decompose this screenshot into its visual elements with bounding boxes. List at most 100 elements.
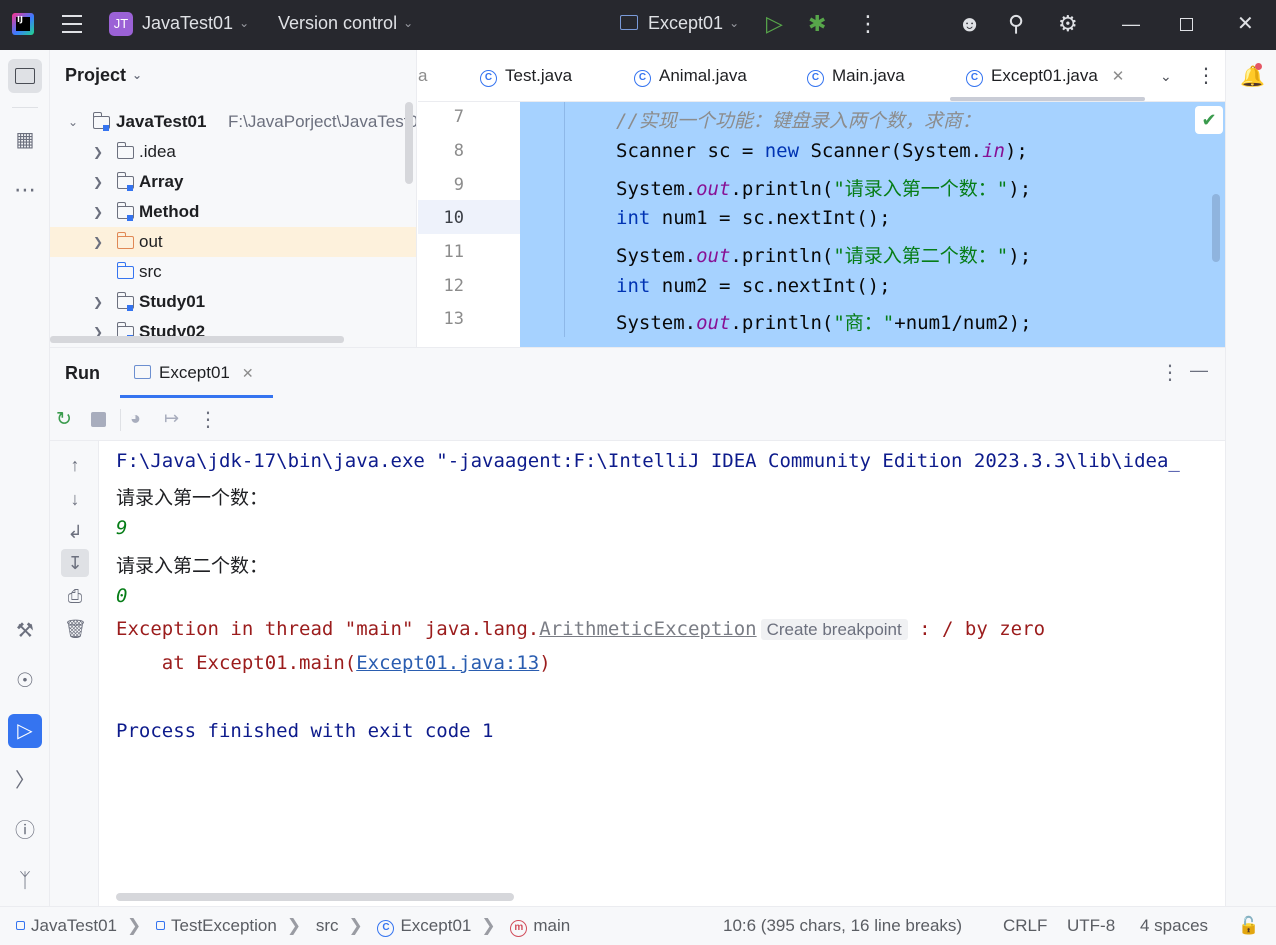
tab-animal-java[interactable]: C Animal.java xyxy=(634,50,747,101)
breadcrumb-item[interactable]: C Except01 xyxy=(377,916,471,937)
horizontal-scrollbar[interactable] xyxy=(50,336,344,343)
vcs-menu[interactable]: Version control ⌄ xyxy=(278,13,413,34)
debug-icon[interactable]: ✱ xyxy=(808,12,826,36)
more-tools-icon[interactable]: ⋯ xyxy=(8,173,42,207)
expand-arrow-icon[interactable]: ⌄ xyxy=(68,107,78,137)
status-bar: JavaTest01 ❯ TestException ❯ src ❯ C Except0… xyxy=(0,906,1276,945)
class-icon: C xyxy=(634,70,651,87)
run-tool-icon[interactable]: ▷ xyxy=(8,714,42,748)
close-tab-icon[interactable]: ✕ xyxy=(242,365,254,381)
collapse-arrow-icon[interactable]: ❯ xyxy=(93,167,103,197)
main-menu-icon[interactable] xyxy=(62,15,82,33)
tree-item-study01[interactable]: ❯ Study01 xyxy=(50,287,416,317)
tree-item-method[interactable]: ❯ Method xyxy=(50,197,416,227)
tree-item-src[interactable]: src xyxy=(50,257,416,287)
close-icon[interactable]: ✕ xyxy=(1237,12,1254,36)
method-icon: m xyxy=(510,920,528,937)
run-config-selector[interactable]: Except01 ⌄ xyxy=(620,13,739,34)
collapse-arrow-icon[interactable]: ❯ xyxy=(93,137,103,167)
collapse-arrow-icon[interactable]: ❯ xyxy=(93,197,103,227)
clear-trash-icon[interactable]: 🗑 xyxy=(64,618,87,640)
exception-class-link[interactable]: ArithmeticException xyxy=(539,618,756,640)
close-tab-icon[interactable]: ✕ xyxy=(1112,68,1125,85)
services-icon[interactable]: ☉ xyxy=(8,664,42,698)
run-tab-except01[interactable]: Except01 ✕ xyxy=(134,363,254,383)
file-encoding[interactable]: UTF-8 xyxy=(1067,916,1115,936)
tree-item-label: src xyxy=(139,262,162,281)
caret-position[interactable]: 10:6 (395 chars, 16 line breaks) xyxy=(723,916,962,936)
breadcrumb-item[interactable]: src xyxy=(316,916,339,935)
lock-icon[interactable]: 🔓 xyxy=(1238,916,1259,936)
scroll-down-arrow-icon[interactable]: ↓ xyxy=(64,488,86,510)
print-icon[interactable]: ⎙ xyxy=(64,585,86,607)
collapse-arrow-icon[interactable]: ❯ xyxy=(93,287,103,317)
problems-icon[interactable]: ⓘ xyxy=(8,814,42,848)
run-options-icon[interactable]: ⋮ xyxy=(1160,360,1180,385)
soft-wrap-icon[interactable]: ↲ xyxy=(64,521,86,543)
tab-label: Main.java xyxy=(832,66,905,85)
tab-except01-java[interactable]: C Except01.java ✕ xyxy=(966,50,1125,101)
structure-icon[interactable]: ▦ xyxy=(8,123,42,157)
code-line-7: //实现一个功能：键盘录入两个数，求商： xyxy=(616,110,981,132)
build-hammer-icon[interactable]: ⚒ xyxy=(8,614,42,648)
git-branch-icon[interactable]: ᛉ xyxy=(8,864,42,898)
intellij-logo-icon xyxy=(12,13,34,35)
hide-panel-icon[interactable]: — xyxy=(1190,360,1208,381)
terminal-icon[interactable]: 〉 xyxy=(8,764,42,798)
notification-dot xyxy=(1255,63,1262,70)
stack-trace-link[interactable]: Except01.java:13 xyxy=(356,652,539,674)
stop-icon[interactable] xyxy=(91,412,106,427)
project-tool-icon[interactable] xyxy=(8,59,42,93)
scroll-up-arrow-icon[interactable]: ↑ xyxy=(64,454,86,476)
active-tab-indicator xyxy=(950,97,1145,101)
tab-list-chevron-icon[interactable]: ⌄ xyxy=(1160,50,1172,101)
project-panel-title[interactable]: Project ⌄ xyxy=(65,65,142,86)
add-user-icon[interactable]: ☻ xyxy=(958,12,981,36)
code-editor[interactable]: //实现一个功能：键盘录入两个数，求商： Scanner sc = new Sc… xyxy=(520,102,1225,347)
line-number: 11 xyxy=(443,242,464,262)
maximize-icon[interactable] xyxy=(1180,12,1193,36)
console-output[interactable]: F:\Java\jdk-17\bin\java.exe "-javaagent:… xyxy=(99,441,1225,906)
inspection-ok-icon[interactable]: ✔ xyxy=(1195,106,1223,134)
more-run-actions-icon[interactable]: ⋮ xyxy=(198,407,218,432)
indent-setting[interactable]: 4 spaces xyxy=(1140,916,1208,936)
minimize-icon[interactable]: — xyxy=(1122,12,1140,36)
rerun-icon[interactable]: ↻ xyxy=(56,408,72,431)
breadcrumb-item[interactable]: JavaTest01 xyxy=(16,916,117,935)
project-switcher[interactable]: JavaTest01 ⌄ xyxy=(142,13,249,34)
create-breakpoint-hint[interactable]: Create breakpoint xyxy=(760,619,908,640)
editor-scrollbar[interactable] xyxy=(1212,194,1220,262)
more-actions-icon[interactable]: ⋮ xyxy=(857,12,879,36)
breadcrumb-item[interactable]: TestException xyxy=(155,916,277,935)
tab-label: Except01.java xyxy=(991,66,1098,85)
module-icon xyxy=(155,921,165,930)
project-panel: Project ⌄ ⌄ JavaTest01 F:\JavaPorject\Jav… xyxy=(50,50,417,347)
tab-test-java[interactable]: C Test.java xyxy=(480,50,572,101)
project-avatar[interactable]: JT xyxy=(109,12,133,36)
tree-item-idea[interactable]: ❯ .idea xyxy=(50,137,416,167)
attach-icon[interactable]: ↦ xyxy=(164,408,179,429)
tab-label: Animal.java xyxy=(659,66,747,85)
tree-item-array[interactable]: ❯ Array xyxy=(50,167,416,197)
console-prompt-1: 请录入第一个数： xyxy=(116,487,269,509)
run-tab-label: Except01 xyxy=(159,363,230,382)
console-horizontal-scrollbar[interactable] xyxy=(116,893,514,901)
breadcrumb-item[interactable]: m main xyxy=(510,916,570,937)
tab-more-icon[interactable]: ⋮ xyxy=(1196,50,1216,101)
tab-label: a xyxy=(418,66,428,85)
collapse-arrow-icon[interactable]: ❯ xyxy=(93,227,103,257)
run-icon[interactable]: ▷ xyxy=(766,12,783,36)
line-separator[interactable]: CRLF xyxy=(1003,916,1047,936)
editor-tab-bar: a C Test.java C Animal.java C Main.java C Ex… xyxy=(418,50,1276,102)
tab-hidden-partial[interactable]: a xyxy=(418,50,428,101)
console-stack-line: at Except01.main(Except01.java:13) xyxy=(116,652,551,674)
scroll-to-end-icon[interactable]: ↧ xyxy=(61,549,89,577)
tree-root[interactable]: ⌄ JavaTest01 F:\JavaPorject\JavaTest01 xyxy=(50,107,416,137)
settings-gear-icon[interactable]: ⚙ xyxy=(1058,12,1078,36)
search-icon[interactable]: ⚲ xyxy=(1008,12,1024,36)
tab-main-java[interactable]: C Main.java xyxy=(807,50,905,101)
vertical-scrollbar[interactable] xyxy=(405,102,413,184)
tree-item-out[interactable]: ❯ out xyxy=(50,227,416,257)
chevron-down-icon: ⌄ xyxy=(132,68,143,82)
screenshot-camera-icon[interactable]: ◕ xyxy=(130,408,141,429)
